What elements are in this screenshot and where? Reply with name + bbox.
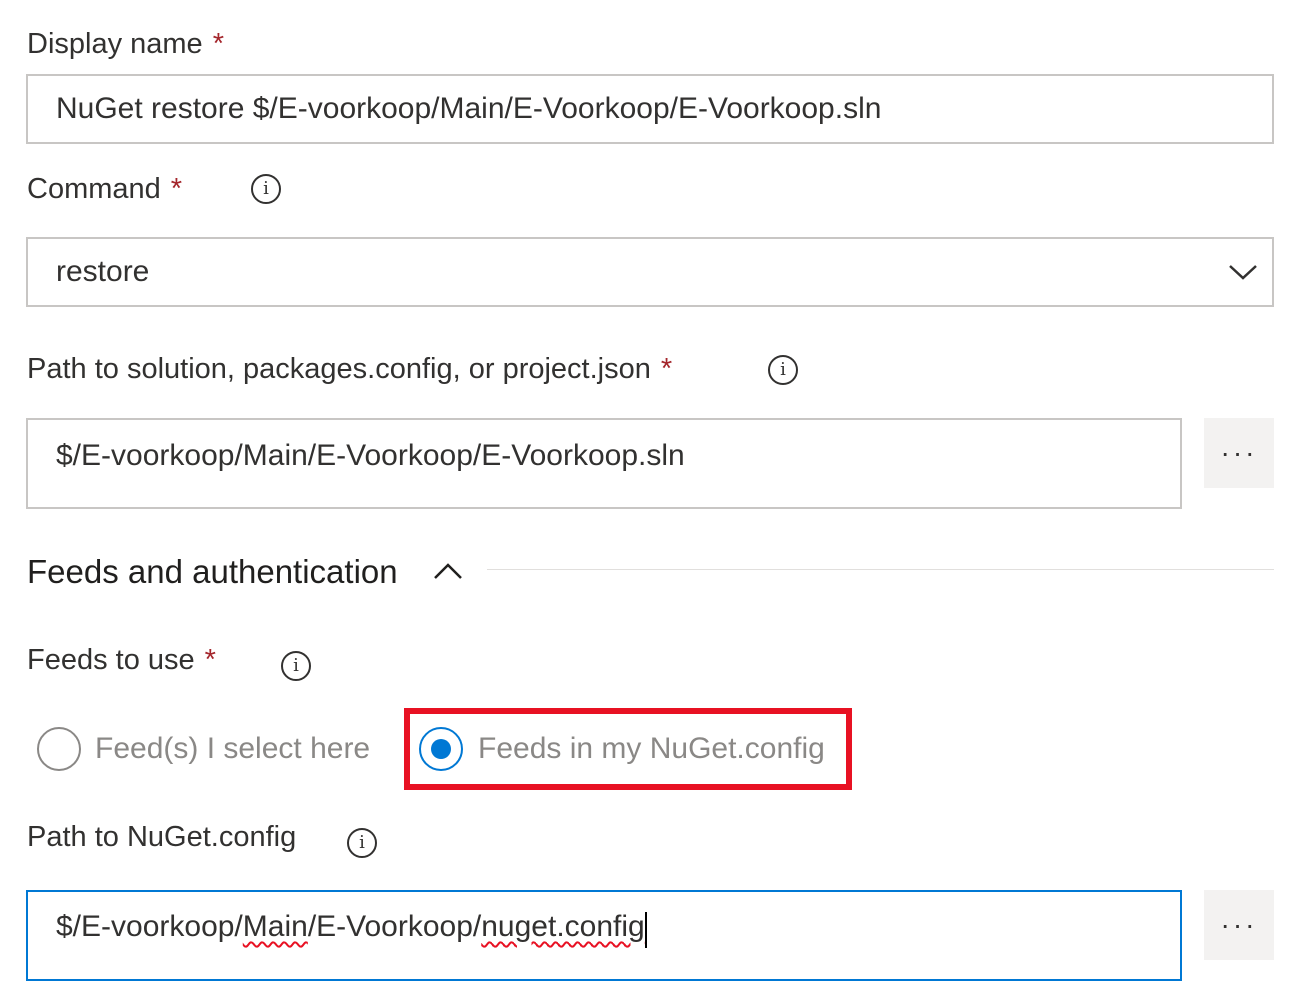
nuget-config-path-value: $/E-voorkoop/Main/E-Voorkoop/nuget.confi… — [56, 910, 645, 944]
radio-feeds-nuget-config[interactable] — [419, 727, 463, 771]
feeds-to-use-label: Feeds to use * — [27, 646, 216, 675]
feeds-section-title[interactable]: Feeds and authentication — [27, 553, 398, 591]
display-name-value: NuGet restore $/E-voorkoop/Main/E-Voorko… — [56, 92, 882, 125]
chevron-down-icon — [1229, 265, 1257, 280]
section-divider — [487, 569, 1274, 570]
command-label-text: Command — [27, 173, 161, 205]
display-name-input[interactable]: NuGet restore $/E-voorkoop/Main/E-Voorko… — [26, 74, 1274, 144]
display-name-label-text: Display name — [27, 28, 203, 60]
command-label: Command * — [27, 175, 182, 204]
nuget-config-browse-button[interactable]: ··· — [1204, 890, 1274, 960]
radio-feeds-select-here[interactable] — [37, 727, 81, 771]
nuget-config-path-input[interactable]: $/E-voorkoop/Main/E-Voorkoop/nuget.confi… — [26, 890, 1182, 981]
spellcheck-word: Main — [242, 910, 308, 943]
command-select[interactable]: restore — [26, 237, 1274, 307]
required-marker: * — [660, 353, 673, 385]
info-glyph: i — [780, 359, 786, 380]
feeds-to-use-label-text: Feeds to use — [27, 644, 195, 676]
command-selected-value: restore — [56, 255, 150, 288]
path-segment: $/E-voorkoop/ — [56, 910, 243, 943]
solution-path-label: Path to solution, packages.config, or pr… — [27, 355, 672, 384]
feeds-to-use-info-icon[interactable]: i — [281, 651, 311, 681]
chevron-up-icon[interactable] — [433, 561, 463, 581]
solution-path-browse-button[interactable]: ··· — [1204, 418, 1274, 488]
solution-path-input[interactable]: $/E-voorkoop/Main/E-Voorkoop/E-Voorkoop.… — [26, 418, 1182, 509]
radio-feeds-nuget-config-label[interactable]: Feeds in my NuGet.config — [478, 732, 825, 766]
info-glyph: i — [359, 832, 365, 853]
info-glyph: i — [263, 178, 269, 199]
ellipsis-icon: ··· — [1220, 909, 1258, 940]
text-cursor — [644, 912, 647, 948]
solution-path-value: $/E-voorkoop/Main/E-Voorkoop/E-Voorkoop.… — [56, 439, 685, 472]
solution-path-info-icon[interactable]: i — [768, 355, 798, 385]
nuget-config-path-info-icon[interactable]: i — [347, 828, 377, 858]
radio-feeds-select-here-label[interactable]: Feed(s) I select here — [95, 732, 370, 766]
path-segment: /E-Voorkoop/ — [307, 910, 482, 943]
required-marker: * — [212, 28, 224, 60]
solution-path-label-text: Path to solution, packages.config, or pr… — [27, 353, 651, 385]
command-info-icon[interactable]: i — [251, 174, 281, 204]
spellcheck-word: nuget.config — [481, 910, 645, 943]
info-glyph: i — [293, 655, 299, 676]
required-marker: * — [170, 173, 183, 205]
ellipsis-icon: ··· — [1220, 437, 1258, 468]
nuget-config-path-label: Path to NuGet.config — [27, 821, 297, 853]
required-marker: * — [204, 644, 216, 676]
display-name-label: Display name * — [27, 30, 224, 59]
